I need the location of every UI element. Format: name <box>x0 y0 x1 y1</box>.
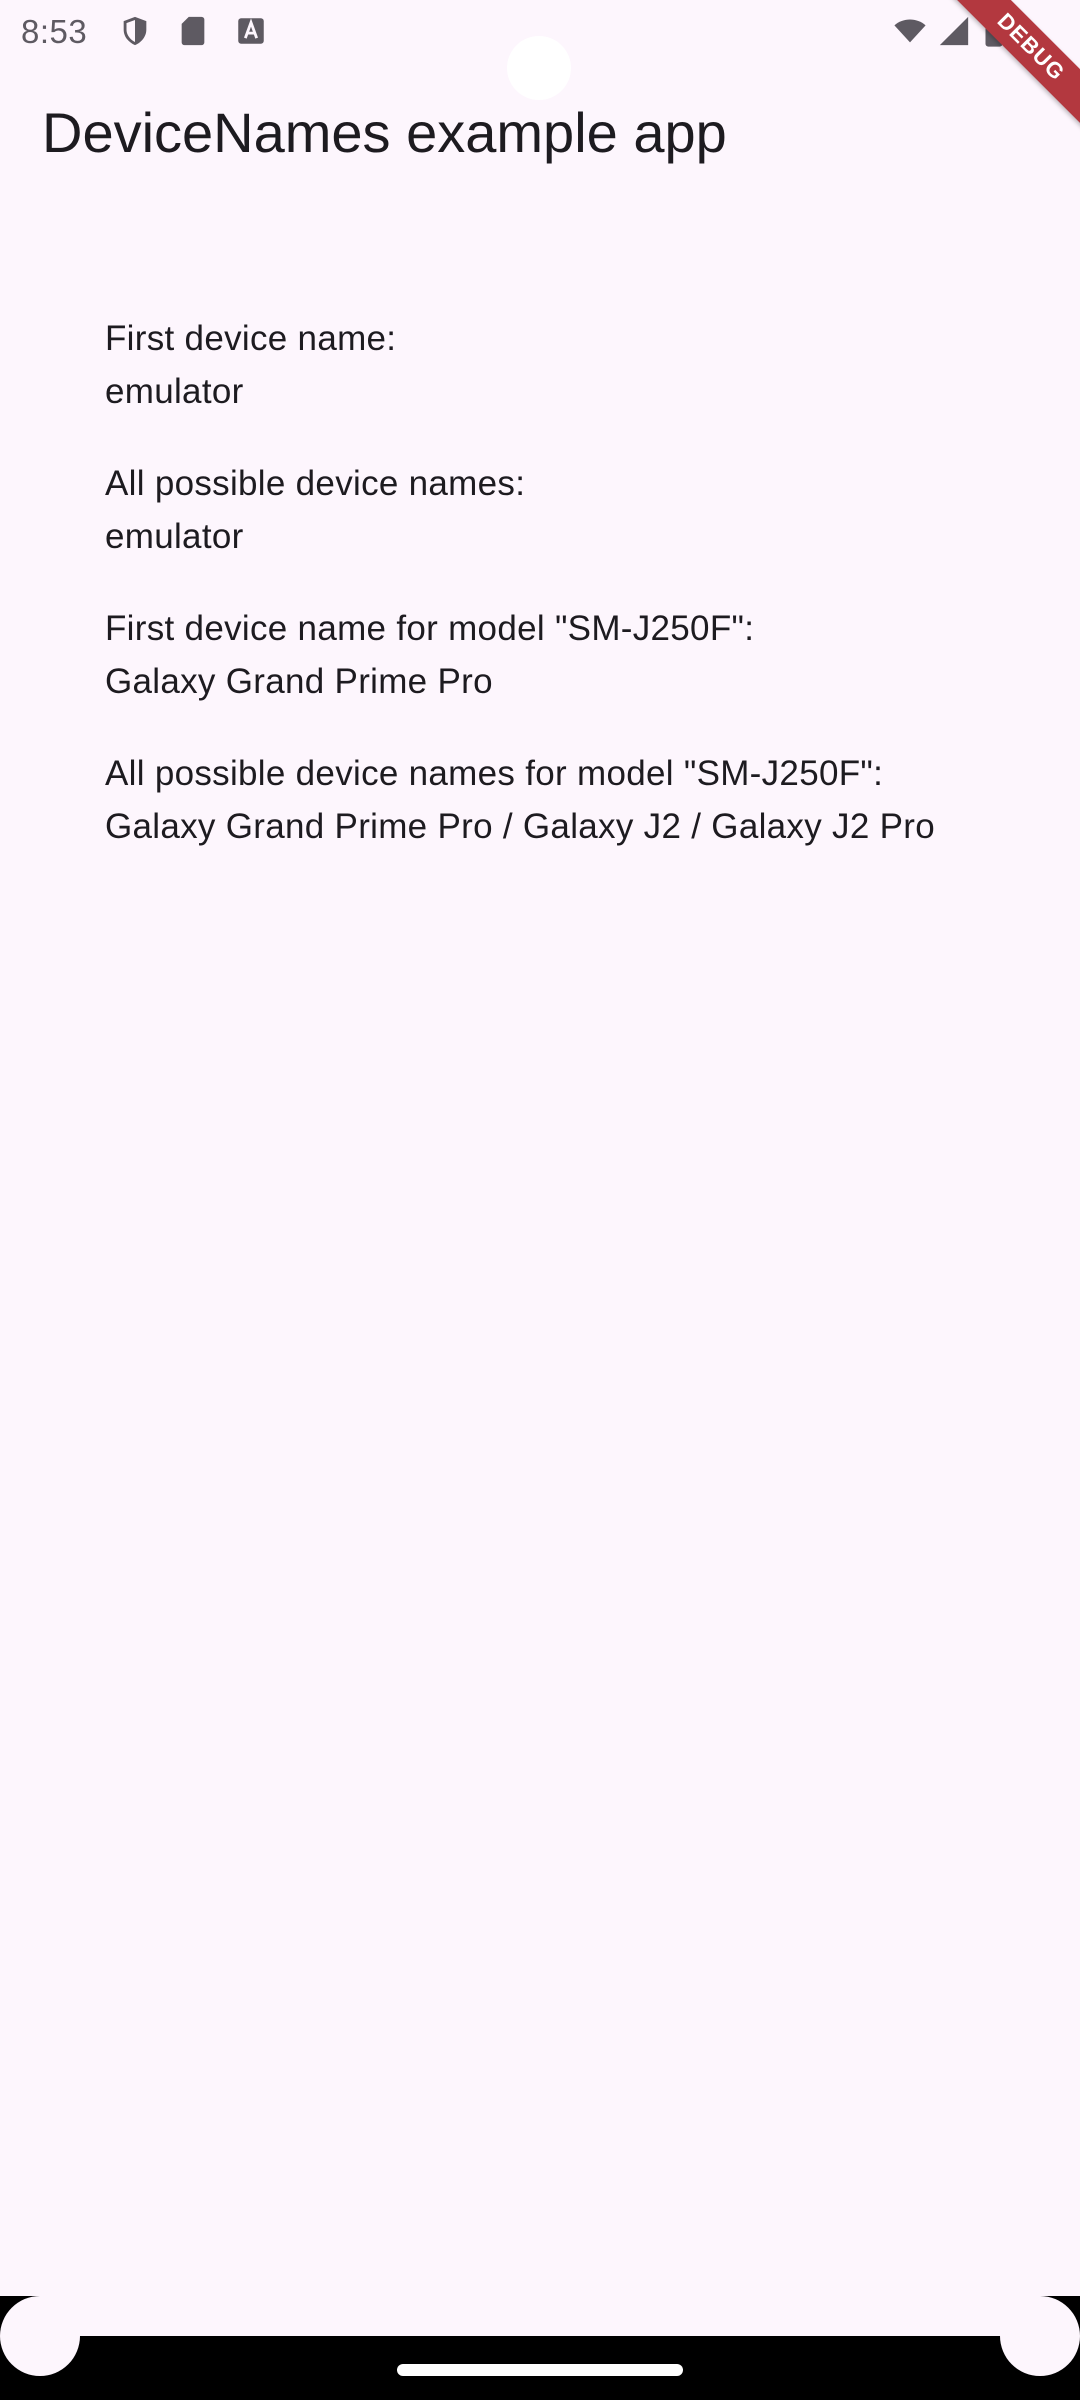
info-value: Galaxy Grand Prime Pro / Galaxy J2 / Gal… <box>105 807 936 846</box>
navigation-bar <box>0 2296 1080 2400</box>
shield-icon <box>118 14 152 48</box>
device-info-list: First device name: emulator All possible… <box>105 312 965 892</box>
first-model-device-name-block: First device name for model "SM-J250F": … <box>105 602 965 708</box>
info-value: emulator <box>105 517 244 556</box>
info-label: First device name: <box>105 319 397 358</box>
app-screen: 8:53 DEBUG DeviceNames example app First… <box>0 0 1080 2400</box>
all-device-names-block: All possible device names: emulator <box>105 457 965 563</box>
info-label: All possible device names for model "SM-… <box>105 754 884 793</box>
first-device-name-block: First device name: emulator <box>105 312 965 418</box>
info-label: First device name for model "SM-J250F": <box>105 609 755 648</box>
sd-card-icon <box>176 14 210 48</box>
info-value: emulator <box>105 372 244 411</box>
info-value: Galaxy Grand Prime Pro <box>105 662 493 701</box>
all-model-device-names-block: All possible device names for model "SM-… <box>105 747 965 853</box>
screen-corner-right <box>1000 2296 1080 2376</box>
cellular-signal-icon <box>936 14 972 48</box>
info-label: All possible device names: <box>105 464 526 503</box>
status-time: 8:53 <box>21 13 88 50</box>
app-title: DeviceNames example app <box>42 101 727 164</box>
app-bar: DeviceNames example app <box>0 64 1080 204</box>
wifi-icon <box>890 14 930 48</box>
keyboard-a-icon <box>234 14 268 48</box>
home-gesture-handle[interactable] <box>397 2364 683 2376</box>
screen-corner-left <box>0 2296 80 2376</box>
